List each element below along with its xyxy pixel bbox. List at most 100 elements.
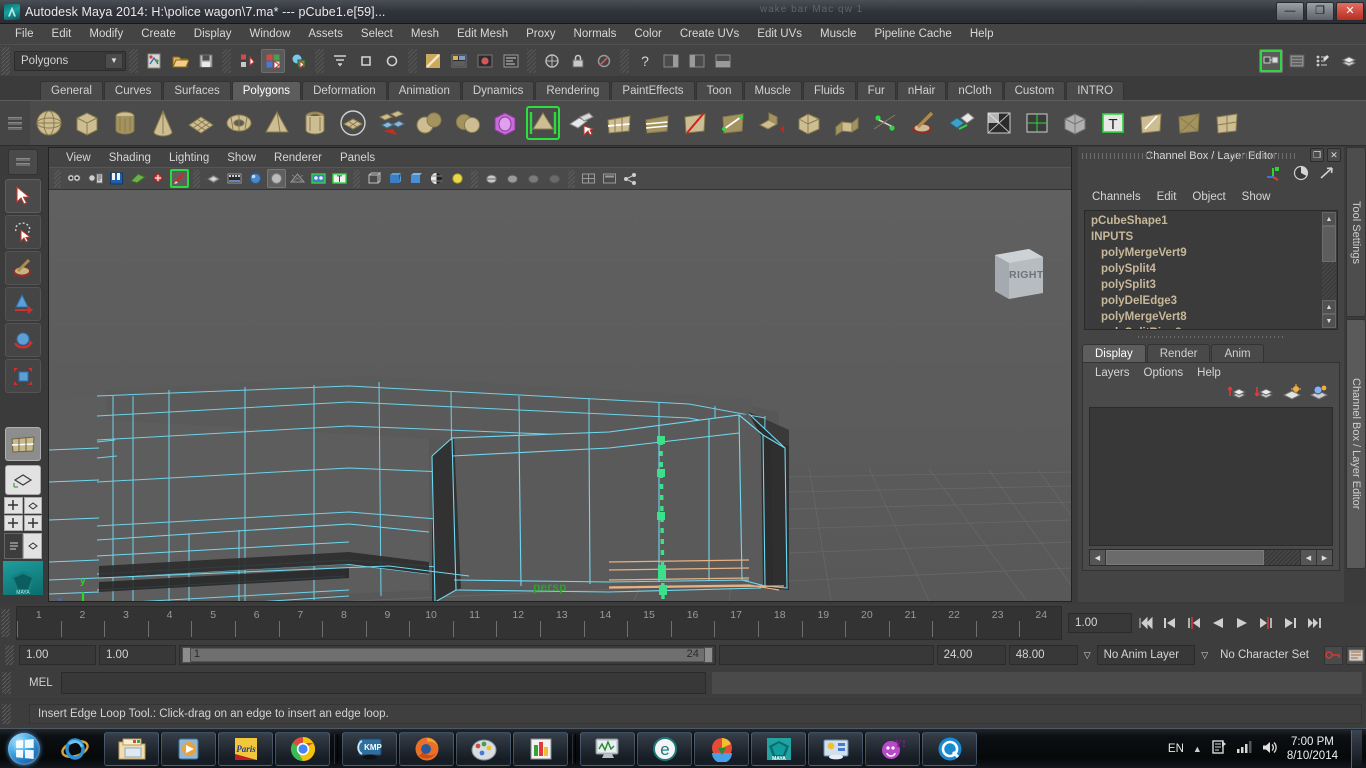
hscroll-thumb[interactable]: [1106, 550, 1264, 565]
persp-pane-icon[interactable]: [23, 533, 42, 559]
wireframe-icon[interactable]: [364, 169, 383, 188]
shelf-tab-custom[interactable]: Custom: [1003, 81, 1066, 100]
show-tool-settings-icon[interactable]: [1285, 49, 1309, 73]
question-help-icon[interactable]: ?: [633, 49, 657, 73]
shelf-tab-ncloth[interactable]: nCloth: [947, 81, 1003, 100]
select-by-object-icon[interactable]: [261, 48, 285, 73]
hscroll-right-button[interactable]: ▶: [1316, 550, 1332, 565]
polypyramid-icon[interactable]: [260, 106, 294, 140]
menu-item-color[interactable]: Color: [625, 26, 670, 42]
new-layer-from-selected-icon[interactable]: [1254, 384, 1275, 405]
taskbar-internet-explorer-icon[interactable]: [47, 732, 102, 766]
keyframe-icon[interactable]: [149, 169, 168, 188]
two-sided-lighting-icon[interactable]: [204, 169, 223, 188]
viewport-3d-canvas[interactable]: RIGHT y z x persp: [49, 190, 1071, 601]
scrollbar-thumb[interactable]: [1322, 226, 1336, 262]
no-smooth-wireframe-icon[interactable]: [288, 169, 307, 188]
polycone-icon[interactable]: [146, 106, 180, 140]
taskbar-system-monitor-icon[interactable]: [580, 731, 635, 766]
menu-item-display[interactable]: Display: [185, 26, 241, 42]
create-polygon-tool-icon[interactable]: [526, 106, 560, 140]
channel-box-menu-object[interactable]: Object: [1184, 190, 1233, 204]
construction-history-toggle-icon[interactable]: [1292, 165, 1310, 186]
layout-quad-bl-icon[interactable]: [4, 514, 23, 531]
cleanup-icon[interactable]: [1134, 106, 1168, 140]
taskbar-internet-download-manager-icon[interactable]: [694, 731, 749, 766]
menu-set-selector[interactable]: Polygons ▼: [14, 50, 126, 71]
layer-list-hscrollbar[interactable]: ◀ ◀ ▶: [1089, 549, 1333, 566]
combine-icon[interactable]: [374, 106, 408, 140]
animation-end-time-field[interactable]: 48.00: [1008, 645, 1078, 665]
layer-editor-tab-display[interactable]: Display: [1082, 344, 1146, 362]
booleans-difference-icon[interactable]: [450, 106, 484, 140]
taskbar-everything-icon[interactable]: e: [637, 731, 692, 766]
range-slider-bar[interactable]: 1 24: [178, 645, 716, 665]
minimize-button[interactable]: —: [1276, 2, 1304, 21]
append-polygon-icon[interactable]: [564, 106, 598, 140]
select-by-component-icon[interactable]: [287, 49, 311, 73]
bevel-icon[interactable]: [792, 106, 826, 140]
panel-resize-handle[interactable]: [1138, 333, 1284, 341]
polydisc-icon[interactable]: [336, 106, 370, 140]
new-scene-icon[interactable]: [142, 49, 166, 73]
layout-quad-br-icon[interactable]: [23, 514, 42, 531]
light-icon[interactable]: [448, 169, 467, 188]
xray-active-components-icon[interactable]: [503, 169, 522, 188]
layout-quad-tl-icon[interactable]: [4, 497, 23, 514]
close-panel-button[interactable]: ✕: [1327, 148, 1341, 162]
toolbox-collapse-button[interactable]: [8, 149, 38, 175]
channel-box-entry[interactable]: polySplit4: [1087, 261, 1337, 277]
sidebar-toggle-channel-icon[interactable]: [711, 49, 735, 73]
polycylinder-icon[interactable]: [108, 106, 142, 140]
select-camera-icon[interactable]: [65, 169, 84, 188]
range-left-handle[interactable]: [181, 647, 191, 663]
insert-edge-loop-icon[interactable]: [602, 106, 636, 140]
wireframe-on-shaded-icon[interactable]: [427, 169, 446, 188]
shelf-tab-dynamics[interactable]: Dynamics: [461, 81, 535, 100]
viewport-menu-view[interactable]: View: [57, 151, 100, 165]
command-line-grip[interactable]: [2, 672, 11, 694]
channel-box-menu-channels[interactable]: Channels: [1084, 190, 1149, 204]
text-icon[interactable]: T: [1096, 106, 1130, 140]
camera-attributes-icon[interactable]: [86, 169, 105, 188]
menu-item-mesh[interactable]: Mesh: [402, 26, 448, 42]
tab-channel-box-layer-editor[interactable]: Channel Box / Layer Editor: [1346, 319, 1366, 569]
paint-select-tool-button[interactable]: [5, 251, 41, 285]
layer-editor-tab-render[interactable]: Render: [1146, 344, 1211, 362]
layer-highlight-icon[interactable]: [1309, 384, 1329, 405]
shelf-tab-painteffects[interactable]: PaintEffects: [611, 81, 695, 100]
show-desktop-button[interactable]: [1351, 729, 1362, 768]
taskbar-paris-icon[interactable]: Paris: [218, 731, 273, 766]
shelf-tab-fluids[interactable]: Fluids: [802, 81, 856, 100]
polysphere-icon[interactable]: [32, 106, 66, 140]
taskbar-clock[interactable]: 7:00 PM 8/10/2014: [1287, 735, 1338, 763]
go-to-end-icon[interactable]: [1303, 613, 1324, 633]
shelf-tab-surfaces[interactable]: Surfaces: [163, 81, 231, 100]
polytorus-icon[interactable]: [222, 106, 256, 140]
no-live-surface-icon[interactable]: [592, 49, 616, 73]
taskbar-quicktime-icon[interactable]: [922, 731, 977, 766]
hud-icon[interactable]: [600, 169, 619, 188]
animation-start-time-field[interactable]: 1.00: [19, 645, 96, 665]
construction-history-icon[interactable]: [421, 49, 445, 73]
taskbar-windows-media-player-icon[interactable]: [161, 731, 216, 766]
polycube-icon[interactable]: [70, 106, 104, 140]
shelf-tab-general[interactable]: General: [40, 81, 103, 100]
viewport-toolbar-grip[interactable]: [54, 169, 61, 188]
viewport-menu-show[interactable]: Show: [218, 151, 265, 165]
save-scene-icon[interactable]: [194, 49, 218, 73]
channel-box-menu-show[interactable]: Show: [1234, 190, 1279, 204]
shelf-tab-deformation[interactable]: Deformation: [302, 81, 387, 100]
use-all-lights-icon[interactable]: [246, 169, 265, 188]
polyplane-icon[interactable]: [184, 106, 218, 140]
step-back-frame-icon[interactable]: [1183, 613, 1204, 633]
range-right-handle[interactable]: [703, 647, 713, 663]
channel-box-menu-edit[interactable]: Edit: [1149, 190, 1185, 204]
time-slider-grip[interactable]: [1, 609, 10, 637]
channel-box-list[interactable]: pCubeShape1 INPUTS polyMergeVert9 polySplit…: [1084, 210, 1338, 330]
shadows-icon[interactable]: [267, 169, 286, 188]
time-slider-track[interactable]: 1 2 3 4 5 6 7 8 9 10 11 12 13 14 15 16 17 18 19 20 21 22 23 24: [16, 606, 1062, 640]
scroll-up-button[interactable]: ▲: [1322, 212, 1336, 226]
paint-effects-icon[interactable]: [170, 169, 189, 188]
auto-keyframe-icon[interactable]: [1323, 645, 1344, 665]
